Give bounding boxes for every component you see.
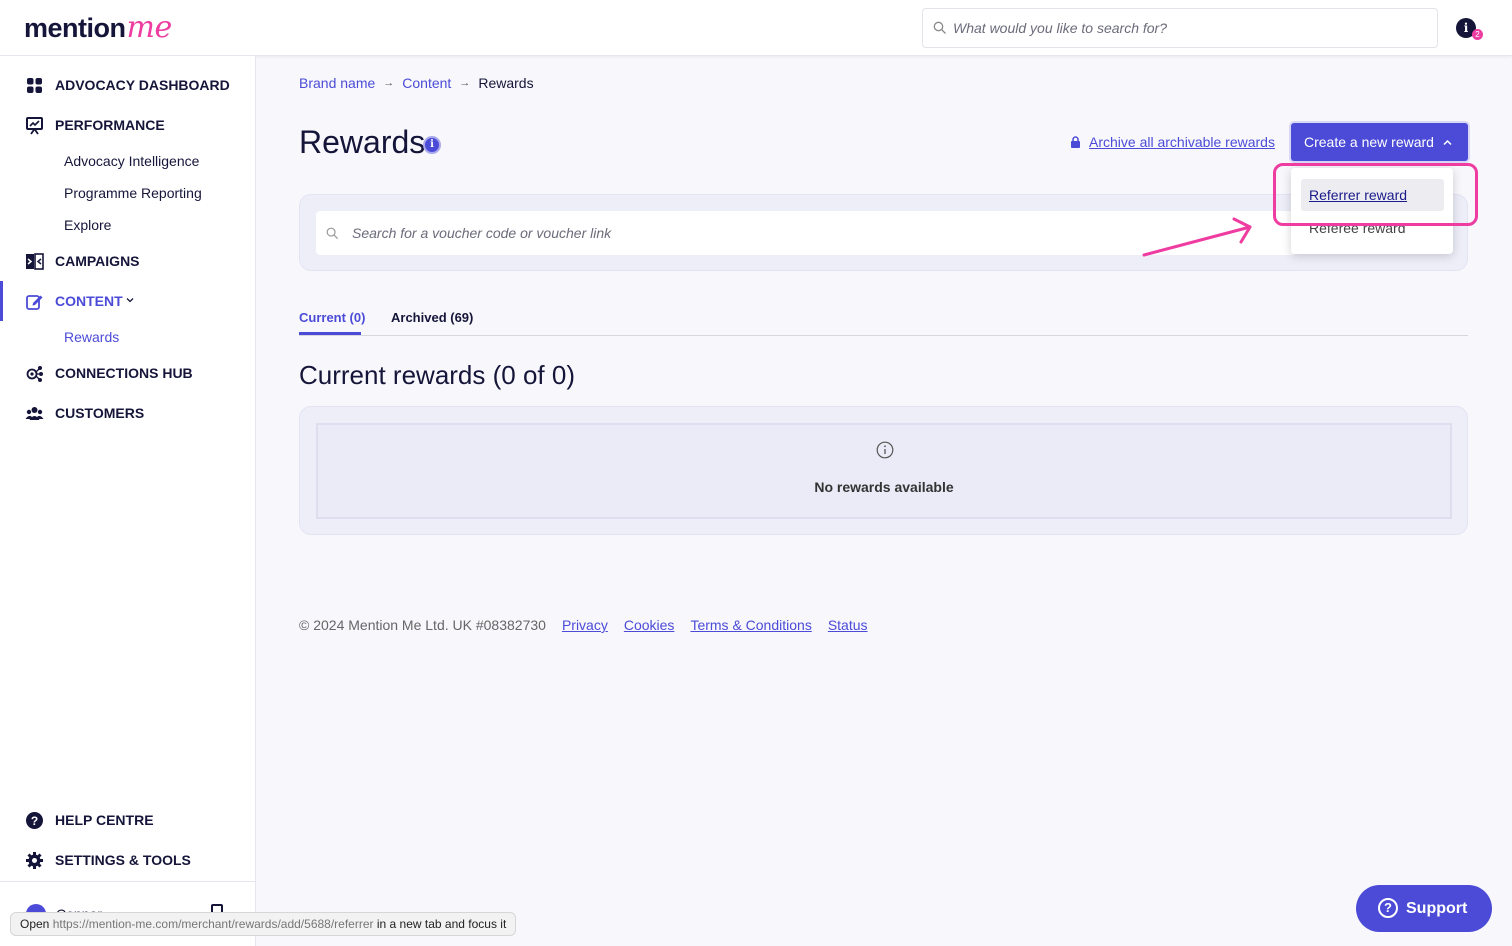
create-new-reward-button[interactable]: Create a new reward bbox=[1291, 123, 1468, 161]
sidebar-subitem-rewards[interactable]: Rewards bbox=[64, 329, 119, 345]
global-search[interactable] bbox=[922, 8, 1438, 48]
chevron-up-icon bbox=[1443, 139, 1452, 146]
menu-item-referrer-reward[interactable]: Referrer reward bbox=[1301, 179, 1444, 211]
info-icon[interactable]: i bbox=[423, 136, 441, 154]
logo[interactable]: mentionme bbox=[24, 10, 172, 45]
sidebar-item-label: SETTINGS & TOOLS bbox=[55, 852, 191, 868]
footer-link-privacy[interactable]: Privacy bbox=[562, 617, 608, 633]
footer-link-cookies[interactable]: Cookies bbox=[624, 617, 675, 633]
search-icon bbox=[326, 227, 339, 240]
empty-message: No rewards available bbox=[814, 479, 954, 495]
breadcrumb-separator: → bbox=[383, 77, 395, 89]
breadcrumb-brand-name[interactable]: Brand name bbox=[299, 75, 375, 91]
status-suffix: in a new tab and focus it bbox=[376, 917, 507, 931]
breadcrumb: Brand name → Content → Rewards bbox=[299, 75, 534, 91]
sidebar-item-label: CUSTOMERS bbox=[55, 405, 145, 421]
edit-icon bbox=[26, 295, 43, 310]
logo-script: me bbox=[126, 10, 173, 45]
sidebar-item-campaigns[interactable]: CAMPAIGNS bbox=[0, 245, 255, 277]
sidebar-item-label: CAMPAIGNS bbox=[55, 253, 140, 269]
campaigns-icon bbox=[26, 253, 44, 270]
status-url: https://mention-me.com/merchant/rewards/… bbox=[52, 917, 374, 931]
sidebar-item-content[interactable]: CONTENT bbox=[0, 281, 255, 321]
sidebar-item-settings-tools[interactable]: SETTINGS & TOOLS bbox=[0, 844, 255, 876]
section-title: Current rewards (0 of 0) bbox=[299, 360, 575, 390]
create-reward-menu: Referrer reward Referee reward bbox=[1291, 168, 1453, 254]
gear-icon bbox=[26, 852, 43, 869]
sidebar-item-label: HELP CENTRE bbox=[55, 812, 154, 828]
help-icon: ? bbox=[26, 812, 43, 829]
status-prefix: Open bbox=[20, 917, 50, 931]
sidebar-subitem-programme-reporting[interactable]: Programme Reporting bbox=[64, 185, 202, 201]
sidebar-item-label: CONTENT bbox=[55, 293, 123, 309]
grid-icon bbox=[27, 78, 42, 93]
breadcrumb-separator: → bbox=[459, 77, 471, 89]
sidebar-item-advocacy-dashboard[interactable]: ADVOCACY DASHBOARD bbox=[0, 69, 255, 101]
empty-state: No rewards available bbox=[316, 423, 1452, 519]
notification-badge: 2 bbox=[1472, 29, 1483, 40]
lock-icon bbox=[1071, 136, 1080, 148]
connections-icon bbox=[26, 366, 43, 382]
archive-all-label: Archive all archivable rewards bbox=[1089, 134, 1275, 150]
sidebar-subitem-advocacy-intelligence[interactable]: Advocacy Intelligence bbox=[64, 153, 199, 169]
support-button[interactable]: ? Support bbox=[1356, 885, 1492, 932]
sidebar-item-connections-hub[interactable]: CONNECTIONS HUB bbox=[0, 357, 255, 389]
browser-status-bar: Open https://mention-me.com/merchant/rew… bbox=[10, 912, 517, 936]
create-new-reward-label: Create a new reward bbox=[1304, 134, 1434, 150]
voucher-search-input[interactable] bbox=[352, 211, 1282, 255]
breadcrumb-current: Rewards bbox=[478, 75, 534, 91]
logo-text: mention bbox=[24, 13, 126, 43]
top-bar: mentionme i 2 bbox=[0, 0, 1512, 56]
footer-link-terms[interactable]: Terms & Conditions bbox=[690, 617, 811, 633]
sidebar-item-label: ADVOCACY DASHBOARD bbox=[55, 77, 230, 93]
search-icon bbox=[933, 21, 946, 34]
sidebar-item-performance[interactable]: PERFORMANCE bbox=[0, 109, 255, 141]
chart-board-icon bbox=[26, 117, 43, 135]
voucher-search[interactable] bbox=[316, 211, 1296, 255]
question-icon: ? bbox=[1378, 898, 1398, 918]
rewards-tabs: Current (0) Archived (69) bbox=[299, 308, 1468, 336]
tab-current[interactable]: Current (0) bbox=[299, 310, 365, 335]
sidebar-item-label: PERFORMANCE bbox=[55, 117, 165, 133]
chevron-down-icon bbox=[126, 298, 134, 303]
footer-link-status[interactable]: Status bbox=[828, 617, 868, 633]
sidebar: ADVOCACY DASHBOARD PERFORMANCE Advocacy … bbox=[0, 56, 256, 946]
info-outline-icon bbox=[876, 441, 894, 459]
menu-item-referee-reward[interactable]: Referee reward bbox=[1301, 212, 1444, 244]
sidebar-item-help-centre[interactable]: ? HELP CENTRE bbox=[0, 804, 255, 836]
sidebar-item-label: CONNECTIONS HUB bbox=[55, 365, 193, 381]
people-icon bbox=[25, 407, 44, 420]
svg-text:?: ? bbox=[31, 814, 38, 828]
empty-state-panel: No rewards available bbox=[299, 406, 1468, 535]
archive-all-link[interactable]: Archive all archivable rewards bbox=[1070, 134, 1275, 150]
breadcrumb-content[interactable]: Content bbox=[402, 75, 451, 91]
tab-archived[interactable]: Archived (69) bbox=[391, 310, 473, 325]
page-title: Rewards bbox=[299, 124, 426, 160]
support-label: Support bbox=[1406, 899, 1468, 917]
sidebar-subitem-explore[interactable]: Explore bbox=[64, 217, 111, 233]
copyright: © 2024 Mention Me Ltd. UK #08382730 bbox=[299, 617, 546, 633]
footer: © 2024 Mention Me Ltd. UK #08382730 Priv… bbox=[299, 617, 868, 633]
sidebar-item-customers[interactable]: CUSTOMERS bbox=[0, 397, 255, 429]
global-search-input[interactable] bbox=[953, 9, 1423, 47]
